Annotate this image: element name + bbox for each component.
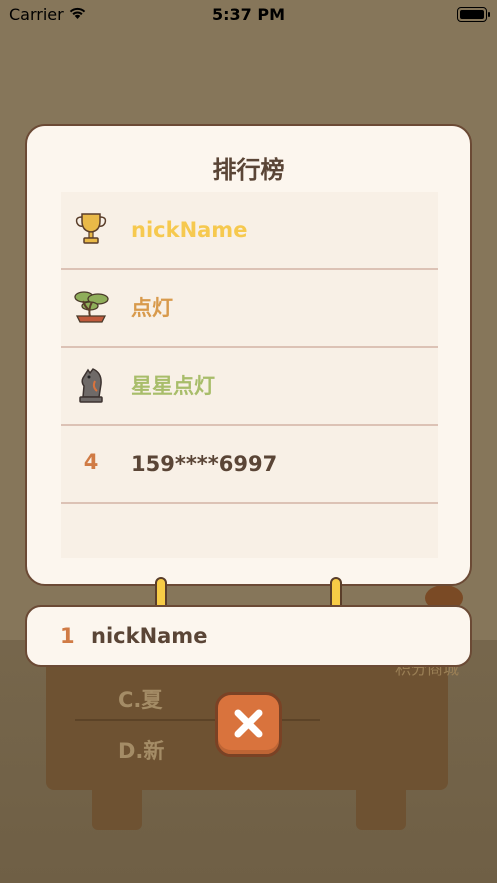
leaderboard-row: nickName	[61, 192, 438, 270]
leaderboard-list[interactable]: nickName 点灯 星星点灯 4 159****6997	[61, 192, 438, 558]
chess-knight-icon	[71, 364, 111, 404]
my-rank-number: 1	[60, 624, 75, 648]
battery-icon	[457, 7, 490, 22]
leaderboard-name: 星星点灯	[131, 374, 215, 398]
leaderboard-name: nickName	[131, 218, 248, 242]
background-desk-leg	[356, 790, 406, 830]
close-icon	[234, 709, 263, 738]
leaderboard-rank: 4	[83, 450, 99, 474]
leaderboard-name: 点灯	[131, 296, 173, 320]
background-divider	[75, 719, 320, 721]
leaderboard-row: 4 159****6997	[61, 426, 438, 504]
status-time: 5:37 PM	[211, 5, 285, 24]
leaderboard-name: 159****6997	[131, 452, 278, 476]
background-desk-leg	[92, 790, 142, 830]
leaderboard-panel: 排行榜 nickName 点灯 星星点灯 4 159****6997	[25, 124, 472, 586]
status-bar: Carrier 5:37 PM	[0, 0, 497, 28]
leaderboard-row: 星星点灯	[61, 348, 438, 426]
close-button[interactable]	[215, 692, 282, 757]
my-rank-bar: 1 nickName	[25, 605, 472, 667]
my-rank-name: nickName	[91, 624, 208, 648]
trophy-icon	[71, 208, 111, 248]
background-option-d: D.新	[118, 739, 165, 763]
leaderboard-row: 点灯	[61, 270, 438, 348]
bonsai-icon	[71, 286, 111, 326]
background-option-c: C.夏	[118, 688, 163, 712]
leaderboard-title: 排行榜	[212, 156, 285, 184]
